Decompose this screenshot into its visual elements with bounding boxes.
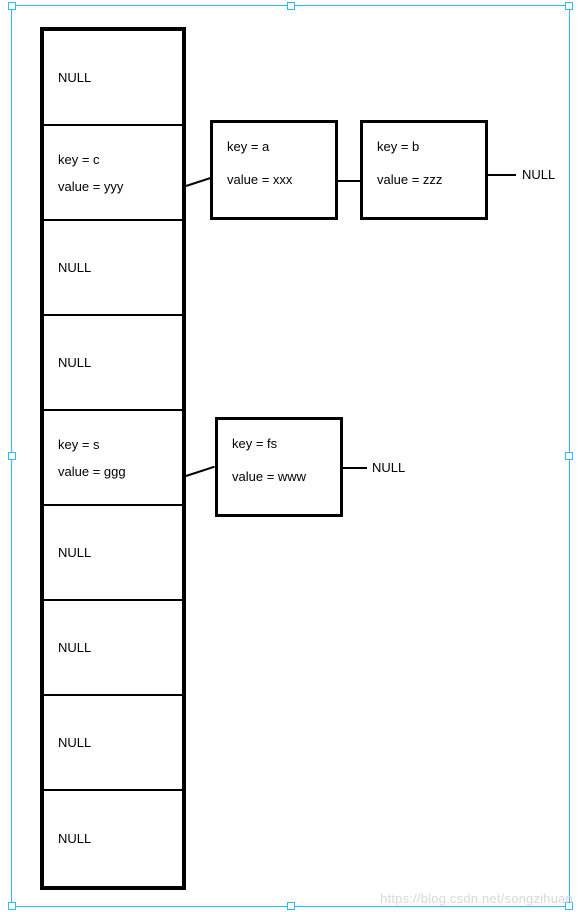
bucket-null-label: NULL xyxy=(58,735,170,750)
bucket-null-label: NULL xyxy=(58,640,170,655)
bucket-null-label: NULL xyxy=(58,831,170,846)
chain-node-fs: key = fs value = www xyxy=(215,417,343,517)
bucket-0: NULL xyxy=(44,31,182,126)
bucket-3: NULL xyxy=(44,316,182,411)
bucket-null-label: NULL xyxy=(58,70,170,85)
link-line xyxy=(343,467,367,469)
hash-bucket-array: NULL key = c value = yyy NULL NULL key =… xyxy=(40,27,186,890)
node-key-line: key = a xyxy=(227,139,325,154)
node-value-line: value = www xyxy=(232,469,330,484)
chain-terminal-null: NULL xyxy=(372,460,405,475)
bucket-1: key = c value = yyy xyxy=(44,126,182,221)
bucket-value-line: value = yyy xyxy=(58,179,170,194)
resize-handle-bottom-left[interactable] xyxy=(8,902,16,910)
node-key-line: key = fs xyxy=(232,436,330,451)
bucket-4: key = s value = ggg xyxy=(44,411,182,506)
resize-handle-middle-left[interactable] xyxy=(8,452,16,460)
node-key-line: key = b xyxy=(377,139,475,154)
chain-terminal-null: NULL xyxy=(522,167,555,182)
resize-handle-bottom-middle[interactable] xyxy=(287,902,295,910)
resize-handle-top-left[interactable] xyxy=(8,2,16,10)
chain-node-b: key = b value = zzz xyxy=(360,120,488,220)
chain-node-a: key = a value = xxx xyxy=(210,120,338,220)
bucket-null-label: NULL xyxy=(58,355,170,370)
bucket-8: NULL xyxy=(44,791,182,886)
bucket-key-line: key = c xyxy=(58,152,170,167)
link-line xyxy=(338,180,360,182)
node-value-line: value = zzz xyxy=(377,172,475,187)
bucket-7: NULL xyxy=(44,696,182,791)
node-value-line: value = xxx xyxy=(227,172,325,187)
bucket-5: NULL xyxy=(44,506,182,601)
bucket-key-line: key = s xyxy=(58,437,170,452)
bucket-2: NULL xyxy=(44,221,182,316)
bucket-6: NULL xyxy=(44,601,182,696)
bucket-null-label: NULL xyxy=(58,545,170,560)
bucket-null-label: NULL xyxy=(58,260,170,275)
resize-handle-middle-right[interactable] xyxy=(565,452,573,460)
resize-handle-top-right[interactable] xyxy=(565,2,573,10)
resize-handle-top-middle[interactable] xyxy=(287,2,295,10)
watermark-text: https://blog.csdn.net/songzihuan xyxy=(380,891,573,906)
link-line xyxy=(488,174,516,176)
bucket-value-line: value = ggg xyxy=(58,464,170,479)
